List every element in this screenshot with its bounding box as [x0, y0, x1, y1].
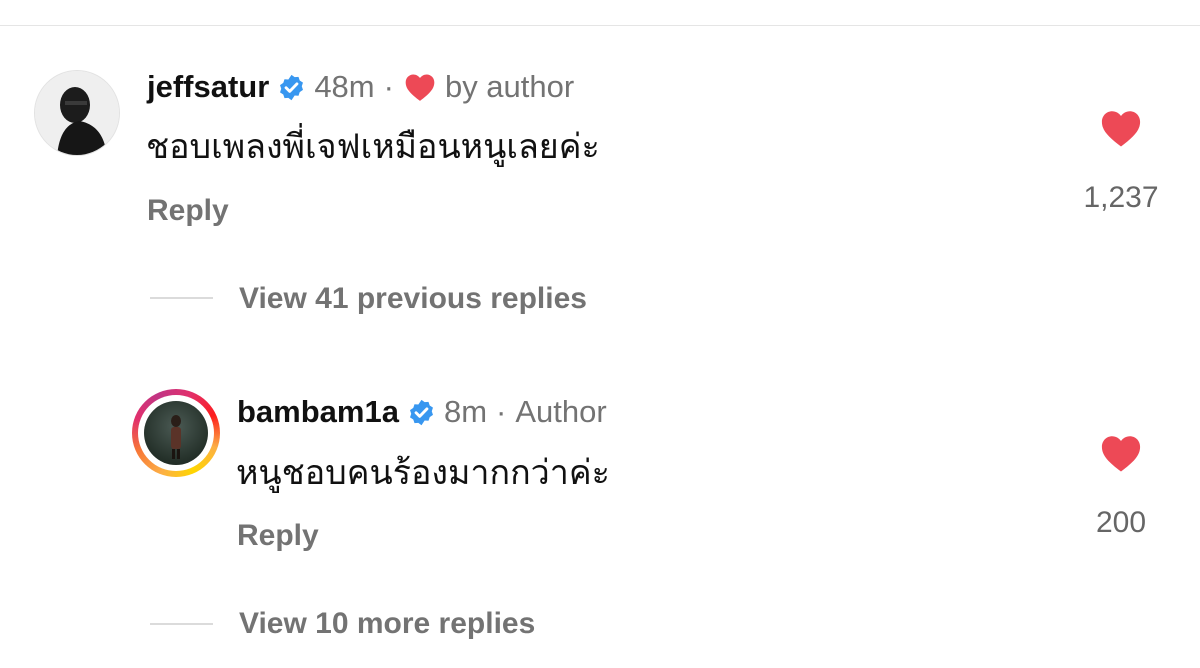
verified-badge-icon	[280, 74, 304, 100]
separator-dot: ·	[496, 394, 507, 429]
thread-line	[150, 623, 213, 625]
comment-meta: jeffsatur 48m · by author	[147, 69, 574, 105]
avatar-photo	[144, 401, 208, 465]
view-more-replies-button[interactable]: View 10 more replies	[239, 606, 535, 642]
username[interactable]: bambam1a	[237, 394, 399, 430]
separator-dot: ·	[383, 69, 394, 104]
avatar-bambam1a[interactable]	[132, 389, 220, 477]
like-count: 200	[1095, 506, 1147, 539]
comment-meta: bambam1a 8m · Author	[237, 394, 607, 430]
like-heart-icon[interactable]	[1099, 433, 1143, 473]
thread-line	[150, 297, 213, 299]
comment-text: ชอบเพลงพี่เจฟเหมือนหนูเลยค่ะ	[146, 128, 600, 166]
like-heart-icon[interactable]	[1099, 108, 1143, 148]
liked-by-author-heart-icon	[405, 74, 435, 101]
like-count: 1,237	[1083, 181, 1159, 214]
username[interactable]: jeffsatur	[147, 69, 269, 105]
comment-text: หนูชอบคนร้องมากกว่าค่ะ	[236, 454, 610, 492]
reply-button[interactable]: Reply	[237, 518, 319, 554]
by-author-tag: by author	[444, 69, 575, 104]
avatar-photo-icon	[171, 415, 181, 459]
author-tag: Author	[515, 394, 607, 429]
comment-time: 8m	[443, 394, 488, 429]
avatar-photo-icon	[35, 71, 119, 155]
avatar-jeffsatur[interactable]	[34, 70, 120, 156]
view-previous-replies-button[interactable]: View 41 previous replies	[239, 281, 587, 317]
story-ring	[138, 395, 214, 471]
verified-badge-icon	[409, 399, 433, 425]
comments-panel: jeffsatur 48m · by author ชอบเพลงพี่เจฟเ…	[0, 0, 1200, 668]
comment-time: 48m	[314, 69, 375, 104]
reply-button[interactable]: Reply	[147, 193, 229, 229]
top-divider	[0, 25, 1200, 26]
